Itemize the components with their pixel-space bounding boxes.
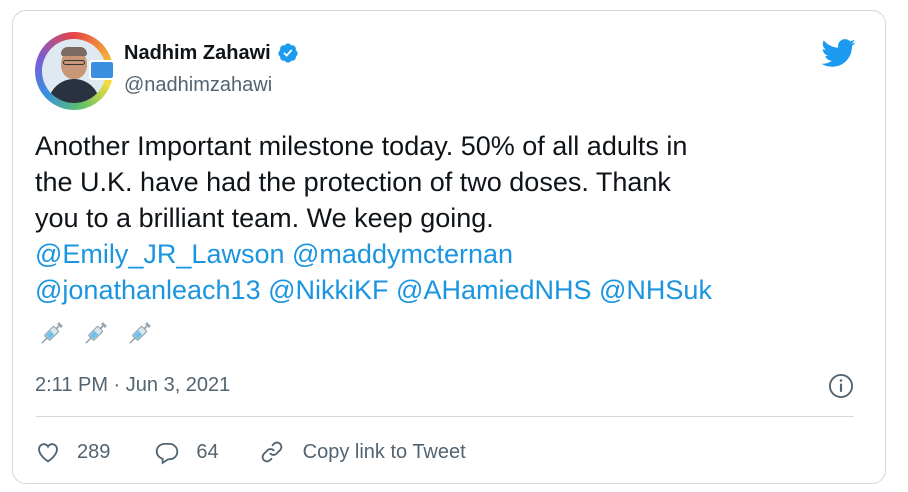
- like-button[interactable]: 289: [35, 439, 110, 465]
- reply-icon: [156, 442, 179, 465]
- tweet-text-line: you to a brilliant team. We keep going.: [35, 203, 494, 233]
- link-icon: [261, 441, 282, 463]
- copy-link-button[interactable]: Copy link to Tweet: [259, 439, 466, 465]
- tweet-meta: 2:11 PM · Jun 3, 2021: [35, 372, 855, 400]
- avatar-shoulders: [48, 79, 100, 103]
- info-icon[interactable]: [827, 372, 855, 400]
- author-name-row[interactable]: Nadhim Zahawi: [124, 40, 299, 66]
- mention-link[interactable]: @Emily_JR_Lawson: [35, 239, 285, 269]
- timestamp-link[interactable]: 2:11 PM · Jun 3, 2021: [35, 374, 230, 397]
- mention-link[interactable]: @maddymcternan: [292, 239, 513, 269]
- syringe-icon: [41, 322, 63, 344]
- like-count: 289: [77, 440, 111, 463]
- action-bar: 289 64 Copy link to Tweet: [35, 436, 466, 468]
- mention-link[interactable]: @jonathanleach13: [35, 275, 261, 305]
- author-handle[interactable]: @nadhimzahawi: [124, 74, 272, 97]
- tweet-text-line: the U.K. have had the protection of two …: [35, 167, 671, 197]
- copy-link-label: Copy link to Tweet: [302, 440, 466, 463]
- mentions-line: @Emily_JR_Lawson @maddymcternan: [35, 236, 865, 272]
- mention-link[interactable]: @NHSuk: [599, 275, 712, 305]
- mention-link[interactable]: @AHamiedNHS: [396, 275, 591, 305]
- reply-count: 64: [196, 440, 219, 463]
- divider: [36, 416, 854, 417]
- mention-link[interactable]: @NikkiKF: [268, 275, 388, 305]
- avatar-hair: [61, 47, 87, 56]
- vaccine-badge-icon: [89, 60, 115, 80]
- tweet-text-line: Another Important milestone today. 50% o…: [35, 131, 688, 161]
- syringe-icon: [129, 322, 151, 344]
- reply-button[interactable]: 64: [154, 439, 219, 465]
- twitter-bird-icon[interactable]: [820, 38, 856, 68]
- author-name[interactable]: Nadhim Zahawi: [124, 42, 271, 65]
- heart-icon: [38, 443, 58, 463]
- mentions-line: @jonathanleach13 @NikkiKF @AHamiedNHS @N…: [35, 272, 865, 308]
- tweet-text: Another Important milestone today. 50% o…: [35, 128, 865, 308]
- avatar[interactable]: [35, 32, 115, 110]
- emoji-row: [36, 318, 154, 358]
- avatar-glasses: [63, 60, 85, 65]
- verified-badge-icon: [278, 43, 298, 63]
- syringe-icon: [85, 322, 107, 344]
